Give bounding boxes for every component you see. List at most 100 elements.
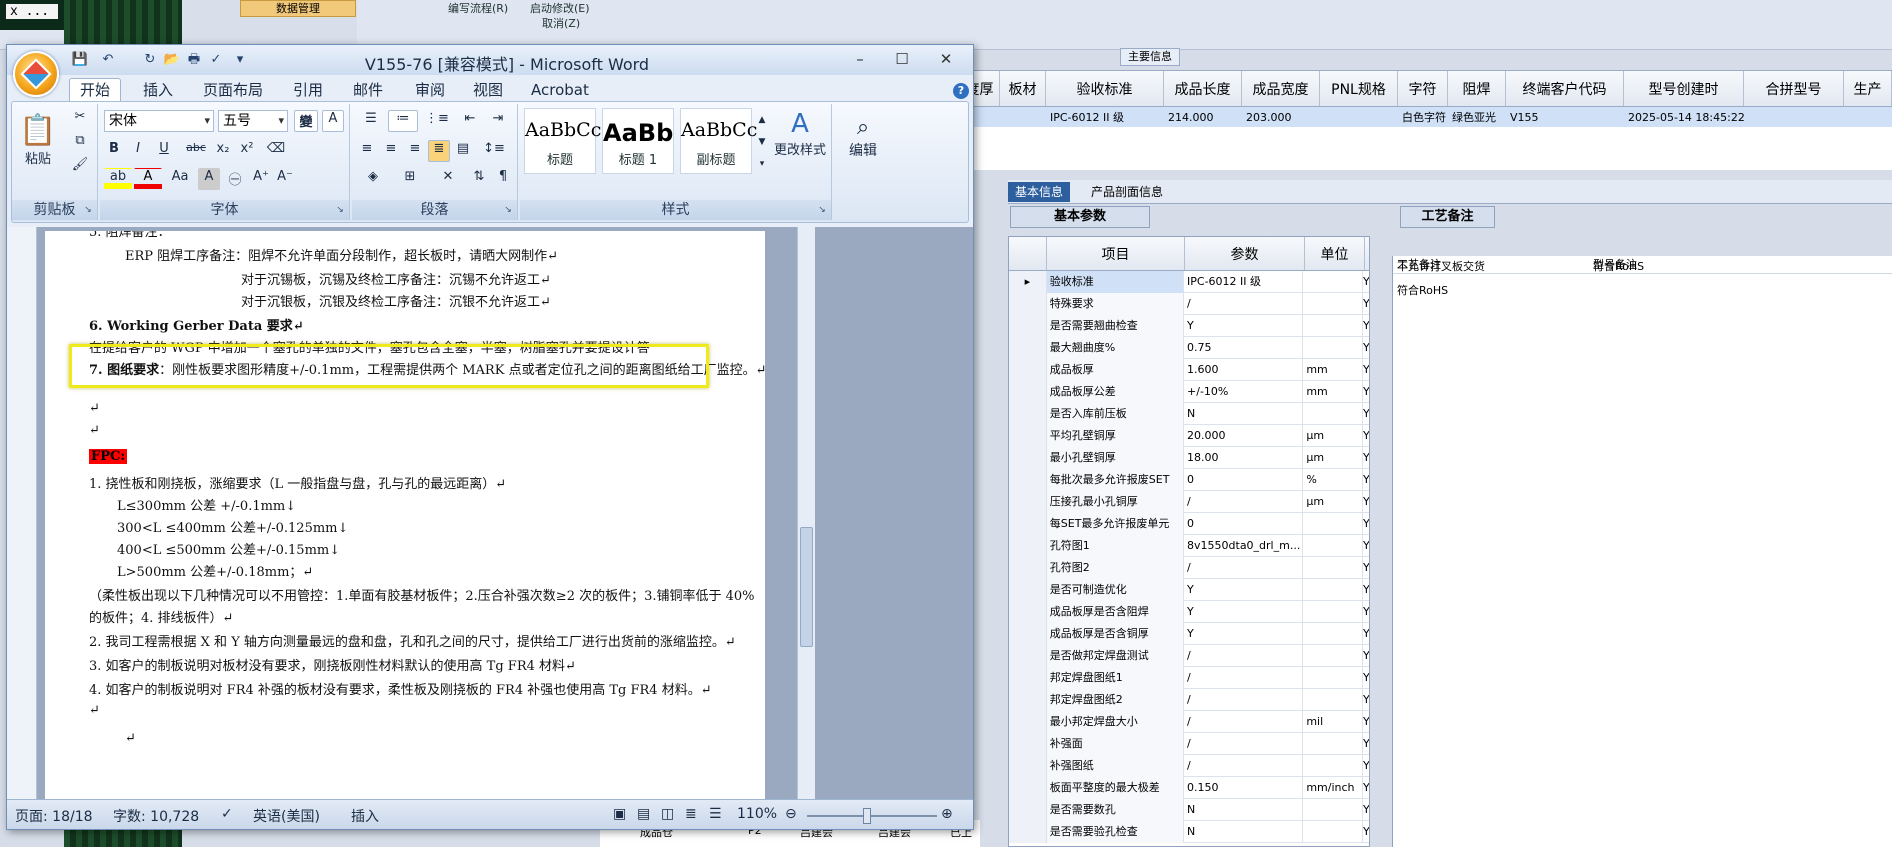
table-row[interactable]: 邦定焊盘图纸2/ Y [1009,688,1369,711]
table-row[interactable]: 是否需要翘曲检查YY [1009,314,1369,337]
menu-start-modify[interactable]: 启动修改(E) [530,0,590,16]
align-right-icon[interactable]: ≡ [404,140,426,162]
view-draft-icon[interactable]: ☰ [709,806,722,822]
justify-icon[interactable]: ≣ [428,140,450,162]
status-page[interactable]: 页面: 18/18 [15,806,93,826]
table-row[interactable]: 孔符图18v1550dta0_drl_m... Y [1009,534,1369,557]
status-language[interactable]: 英语(美国) [253,806,320,826]
sort-icon[interactable]: ⇅ [468,168,490,190]
italic-icon[interactable]: I [128,140,148,162]
view-outline-icon[interactable]: ≣ [685,806,697,822]
tab-home[interactable]: 开始 [69,78,122,102]
table-row[interactable]: 最大翘曲度%0.75 Y [1009,336,1369,359]
decrease-indent-icon[interactable]: ⇤ [458,110,482,132]
grid-col[interactable]: 成品宽度 [1242,71,1320,106]
params-col-item[interactable]: 项目 [1047,237,1185,270]
cut-icon[interactable]: ✂ [70,108,90,128]
distribute-icon[interactable]: ▤ [452,140,474,162]
grow-font-icon[interactable]: A⁺ [250,168,272,190]
document-page[interactable]: 5. 阻焊备注： ERP 阻焊工序备注：阻焊不允许单面分段制作，超长板时，请晒大… [45,231,765,799]
clear-format-icon[interactable]: ⌫ [264,140,288,162]
grid-col[interactable]: 合拼型号 [1744,71,1844,106]
scroll-thumb[interactable] [800,527,813,647]
status-insert-mode[interactable]: 插入 [351,806,379,826]
paragraph-launcher-icon[interactable]: ↘ [502,204,514,216]
redo-icon[interactable]: ↻ [141,51,159,69]
zoom-in-icon[interactable]: ⊕ [941,806,953,822]
editing-button[interactable]: ⌕ 编辑 [840,114,886,186]
table-row[interactable]: 特殊要求/ Y [1009,292,1369,315]
menu-cancel[interactable]: 取消(Z) [542,15,580,31]
asian-layout-icon[interactable]: ✕ [432,168,464,190]
table-row[interactable]: 每SET最多允许报废单元0 Y [1009,512,1369,535]
grid-col[interactable]: 阻焊 [1448,71,1506,106]
font-size-select[interactable]: 五号 [218,110,288,132]
table-row[interactable]: 成品板厚是否含铜厚YY [1009,622,1369,645]
proofing-icon[interactable]: ✓ [221,806,233,822]
table-row[interactable]: 成品板厚1.600mmY [1009,358,1369,381]
grid-col[interactable]: 生产 [1844,71,1892,106]
table-row[interactable]: 是否可制造优化YY [1009,578,1369,601]
clipboard-launcher-icon[interactable]: ↘ [82,204,94,216]
table-row[interactable]: 是否做邦定焊盘测试/ Y [1009,644,1369,667]
process-note-2[interactable]: 符合RoHS [1397,282,1448,298]
undo-icon[interactable]: ↶ [99,51,117,69]
tab-page-layout[interactable]: 页面布局 [193,79,273,101]
zoom-slider[interactable] [807,815,937,817]
view-reading-icon[interactable]: ▤ [637,806,650,822]
zoom-slider-thumb[interactable] [863,808,871,824]
vertical-scrollbar[interactable] [797,227,815,799]
save-icon[interactable]: 💾 [71,51,89,69]
table-row[interactable]: 最小邦定焊盘大小/milY [1009,710,1369,733]
shrink-font-icon[interactable]: A⁻ [274,168,296,190]
strikethrough-icon[interactable]: abc [182,140,210,162]
underline-icon[interactable]: U [152,140,176,162]
grid-col[interactable]: 成品长度 [1164,71,1242,106]
help-icon[interactable]: ? [953,83,969,99]
open-icon[interactable]: 📂 [163,51,181,69]
grid-col[interactable]: 字符 [1398,71,1448,106]
superscript-icon[interactable]: x² [236,140,258,162]
print-icon[interactable]: 🖶 [185,51,203,69]
style-subtitle[interactable]: AaBbCc 副标题 [680,108,757,174]
tab-references[interactable]: 引用 [283,79,333,101]
nav-tab-data-management[interactable]: 数据管理 [240,0,356,17]
params-col-param[interactable]: 参数 [1185,237,1305,270]
bullets-icon[interactable]: ☰ [356,110,386,132]
spellcheck-icon[interactable]: ✓ [207,51,225,69]
style-title[interactable]: AaBbCc 标题 [524,108,601,174]
show-marks-icon[interactable]: ¶ [492,168,514,190]
grid-col[interactable]: 型号创建时 [1624,71,1744,106]
table-row[interactable]: 平均孔壁铜厚20.000μmY [1009,424,1369,447]
align-left-icon[interactable]: ≡ [356,140,378,162]
qat-more-icon[interactable]: ▾ [231,51,249,69]
view-print-layout-icon[interactable]: ▣ [613,806,626,822]
borders-icon[interactable]: ⊞ [394,168,426,190]
minimize-icon[interactable]: – [843,47,877,71]
tab-acrobat[interactable]: Acrobat [521,79,599,101]
paste-button[interactable]: 📋 粘贴 [16,108,60,188]
tab-basic-info[interactable]: 基本信息 [1008,182,1071,202]
highlight-icon[interactable]: ab [104,168,132,190]
params-col-unit[interactable]: 单位 [1305,237,1365,270]
maximize-icon[interactable]: ☐ [885,47,919,71]
table-row[interactable]: 孔符图2/ Y [1009,556,1369,579]
zoom-out-icon[interactable]: ⊖ [785,806,797,822]
menu-write-flow[interactable]: 编写流程(R) [448,0,508,16]
status-zoom[interactable]: 110% [737,806,777,822]
table-row[interactable]: ▸验收标准IPC-6012 II 级 Y [1009,270,1369,293]
table-row[interactable]: 补强图纸/ Y [1009,754,1369,777]
font-color-icon[interactable]: A [134,168,162,190]
tab-insert[interactable]: 插入 [133,79,183,101]
grid-col[interactable]: 终端客户代码 [1506,71,1624,106]
enclose-char-icon[interactable]: ㊀ [224,168,246,190]
change-styles-button[interactable]: A 更改样式 [770,108,830,188]
grid-col[interactable]: 验收标准 [1046,71,1164,106]
change-case-icon[interactable]: 變 [294,110,318,132]
tab-mailings[interactable]: 邮件 [343,79,393,101]
grid-col[interactable]: PNL规格 [1320,71,1398,106]
tab-process-notes[interactable]: 工艺备注 [1400,206,1495,228]
view-web-icon[interactable]: ◫ [661,806,674,822]
tab-basic-params[interactable]: 基本参数 [1010,206,1150,228]
status-words[interactable]: 字数: 10,728 [113,806,199,826]
